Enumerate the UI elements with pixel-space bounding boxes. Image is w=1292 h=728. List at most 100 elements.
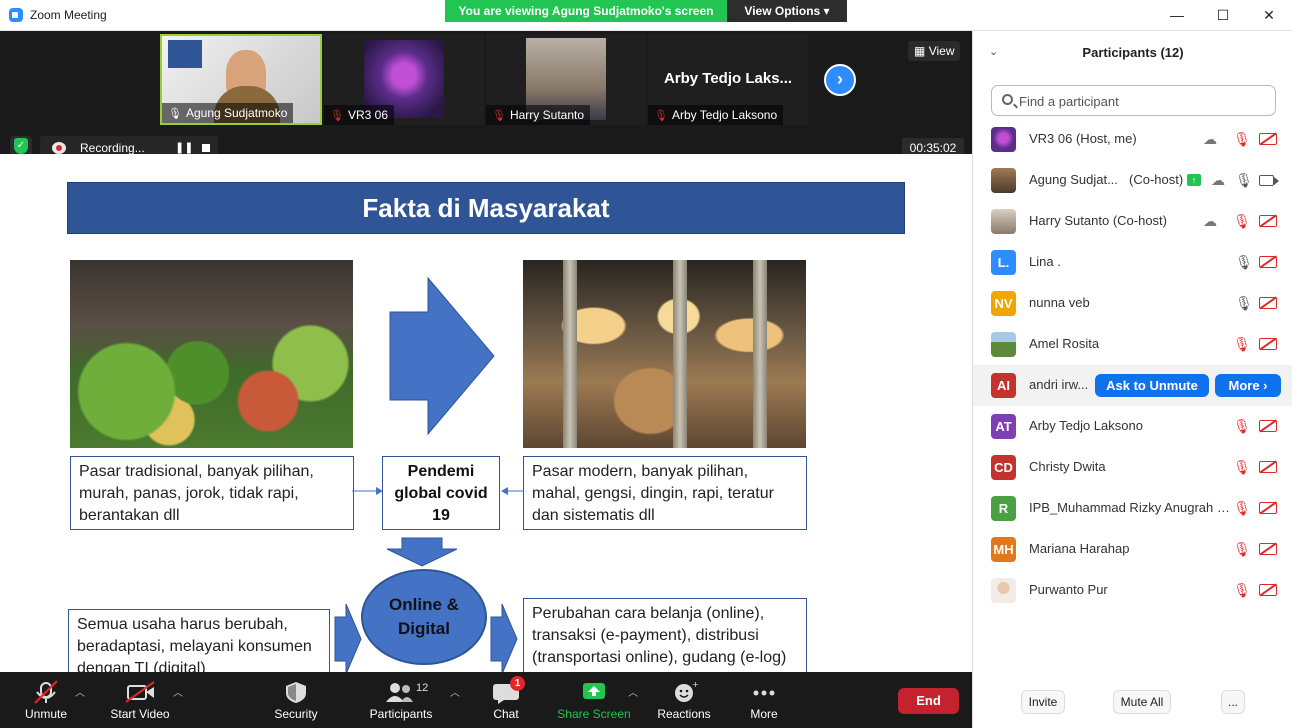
mic-muted-icon: 🎙 [492,110,506,122]
mic-muted-icon[interactable]: 🎙 [1233,582,1251,598]
video-muted-icon[interactable] [1259,420,1277,432]
slide-title: Fakta di Masyarakat [67,182,905,234]
mic-muted-icon[interactable]: 🎙 [1233,459,1251,475]
participants-button[interactable]: 12 Participants [364,672,438,728]
start-video-button[interactable]: Start Video [104,672,176,728]
video-tile-arby[interactable]: Arby Tedjo Laks... 🎙 Arby Tedjo Laksono [648,34,808,125]
window-title: Zoom Meeting [30,8,107,22]
shared-screen-slide: Fakta di Masyarakat Pasar tradisional, b… [0,154,972,694]
participant-row[interactable]: L. Lina . 🎙 [973,242,1292,283]
share-screen-button[interactable]: Share Screen [556,672,632,728]
video-muted-icon[interactable] [1259,338,1277,350]
participant-row[interactable]: Purwanto Pur 🎙 [973,570,1292,611]
mic-muted-icon[interactable]: 🎙 [1233,213,1251,229]
participant-row[interactable]: AT Arby Tedjo Laksono 🎙 [973,406,1292,447]
participant-row[interactable]: VR3 06 (Host, me) ☁ 🎙 [973,119,1292,160]
chat-label: Chat [493,707,519,721]
reactions-button[interactable]: + Reactions [652,672,716,728]
right-arrow-small-left [334,603,362,675]
video-muted-icon[interactable] [1259,297,1277,309]
modern-market-text: Pasar modern, banyak pilihan, mahal, gen… [523,456,807,530]
participant-name: Agung Sudjat... [1029,172,1118,187]
participants-options-caret-icon[interactable]: ︿ [450,684,460,699]
share-screen-label: Share Screen [557,707,631,721]
share-options-caret-icon[interactable]: ︿ [628,684,638,699]
recording-icon [52,142,66,154]
grid-icon: ▦ [914,44,926,58]
participant-name: andri irw... [1029,377,1089,392]
sharing-screen-icon: ↑ [1187,174,1201,186]
participant-row[interactable]: Harry Sutanto (Co-host) ☁ 🎙 [973,201,1292,242]
avatar: AT [991,414,1016,439]
participant-row[interactable]: CD Christy Dwita 🎙 [973,447,1292,488]
participant-name: VR3 06 (Host, me) [1029,131,1137,146]
participant-row[interactable]: NV nunna veb 🎙 [973,283,1292,324]
video-muted-icon[interactable] [1259,502,1277,514]
mic-muted-icon[interactable]: 🎙 [1233,336,1251,352]
video-muted-icon [125,681,155,703]
participant-search-input[interactable] [1019,91,1259,111]
mic-muted-icon[interactable]: 🎙 [1233,541,1251,557]
view-button[interactable]: ▦ View [908,41,961,61]
maximize-button[interactable]: ☐ [1200,0,1246,31]
avatar [991,168,1016,193]
participant-row[interactable]: MH Mariana Harahap 🎙 [973,529,1292,570]
ask-to-unmute-button[interactable]: Ask to Unmute [1095,374,1209,397]
participant-row[interactable]: R IPB_Muhammad Rizky Anugrah Pr... 🎙 [973,488,1292,529]
mic-muted-icon[interactable]: 🎙 [1233,131,1251,147]
minimize-button[interactable]: — [1154,0,1200,31]
microphone-icon[interactable]: 🎙 [1235,172,1253,188]
view-options-button[interactable]: View Options ▾ [727,0,847,22]
viewing-banner: You are viewing Agung Sudjatmoko's scree… [445,0,727,22]
microphone-icon: 🎙 [168,108,182,120]
participant-row[interactable]: AI andri irw... Ask to Unmute More › [973,365,1292,406]
unmute-button[interactable]: Unmute [14,672,78,728]
participant-row[interactable]: Agung Sudjat... (Co-host) ↑ ☁ 🎙 [973,160,1292,201]
security-button[interactable]: Security [266,672,326,728]
video-tile-harry[interactable]: 🎙 Harry Sutanto [486,34,646,125]
video-muted-icon[interactable] [1259,584,1277,596]
panel-footer: Invite Mute All ... [973,682,1292,728]
video-muted-icon[interactable] [1259,256,1277,268]
microphone-icon[interactable]: 🎙 [1235,254,1253,270]
panel-header: ⌄ Participants (12) [973,31,1292,75]
panel-more-options-button[interactable]: ... [1221,690,1245,714]
audio-options-caret-icon[interactable]: ︿ [75,684,85,699]
more-button[interactable]: More [740,672,788,728]
invite-button[interactable]: Invite [1021,690,1065,714]
pillar [673,260,687,448]
video-options-caret-icon[interactable]: ︿ [173,684,183,699]
participant-name: nunna veb [1029,295,1090,310]
avatar: MH [991,537,1016,562]
next-page-button[interactable]: › [824,64,856,96]
participant-more-button[interactable]: More › [1215,374,1281,397]
video-tile-agung[interactable]: 🎙 Agung Sudjatmoko [160,34,322,125]
participant-row[interactable]: Amel Rosita 🎙 [973,324,1292,365]
tile-name-display: Arby Tedjo Laks... [663,70,793,87]
participants-label: Participants [369,707,433,721]
unmute-label: Unmute [24,707,68,721]
cloud-recording-icon: ☁ [1203,131,1217,147]
traditional-market-text: Pasar tradisional, banyak pilihan, murah… [70,456,354,530]
video-tile-vr3[interactable]: 🎙 VR3 06 [324,34,484,125]
microphone-icon[interactable]: 🎙 [1235,295,1253,311]
mic-muted-icon[interactable]: 🎙 [1233,418,1251,434]
stop-recording-button[interactable] [202,144,210,152]
video-muted-icon[interactable] [1259,133,1277,145]
video-camera-icon[interactable] [1259,175,1279,186]
mute-all-button[interactable]: Mute All [1113,690,1171,714]
tile-name-label: 🎙 Arby Tedjo Laksono [648,105,784,125]
mic-muted-icon[interactable]: 🎙 [1233,500,1251,516]
participant-role: (Co-host) [1129,172,1184,187]
video-muted-icon[interactable] [1259,215,1277,227]
participants-panel: ⌄ Participants (12) VR3 06 (Host, me) ☁ … [972,31,1292,728]
video-muted-icon[interactable] [1259,543,1277,555]
end-meeting-button[interactable]: End [898,688,959,714]
video-muted-icon[interactable] [1259,461,1277,473]
shield-icon [286,682,306,703]
participant-search-box[interactable] [991,85,1276,116]
participant-name: Amel Rosita [1029,336,1100,351]
avatar [991,578,1016,603]
close-button[interactable]: ✕ [1246,0,1292,31]
more-label: More [750,707,778,721]
